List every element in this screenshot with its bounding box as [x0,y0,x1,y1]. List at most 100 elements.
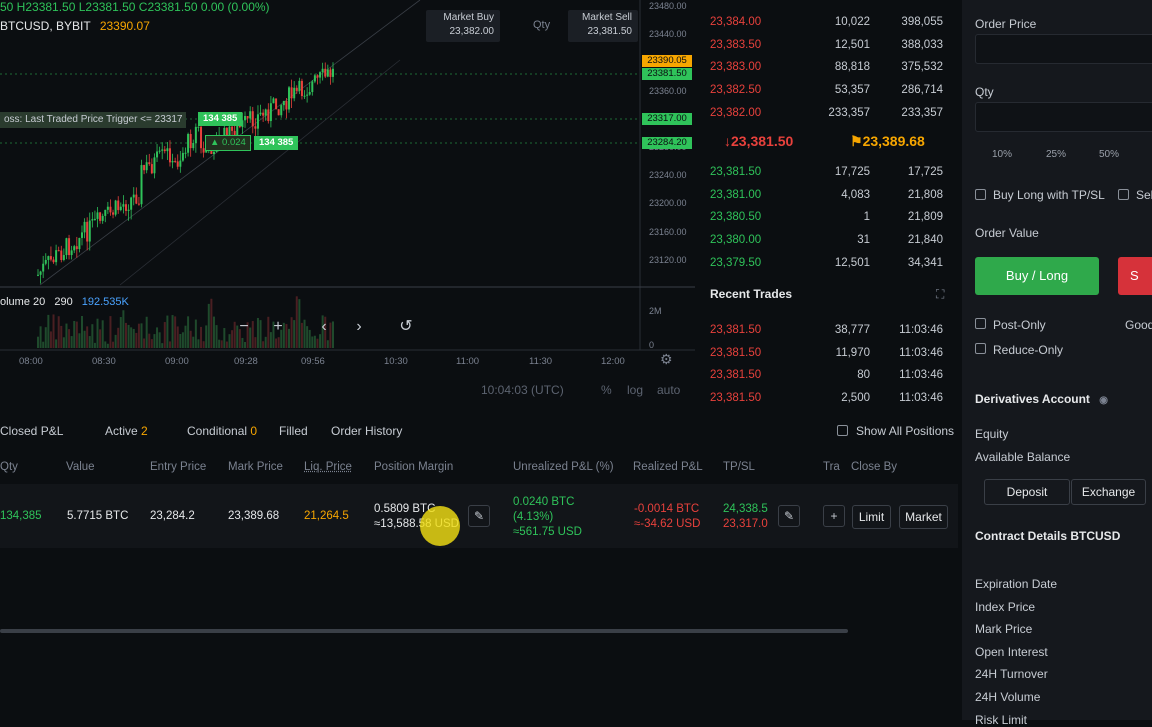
contract-item: Open Interest [975,644,1048,659]
buy-tpsl-checkbox[interactable] [975,189,986,200]
tab-filled[interactable]: Filled [279,424,308,438]
qty-input[interactable] [975,102,1152,132]
deposit-button[interactable]: Deposit [984,479,1070,505]
candle-body [326,69,329,77]
bid-row[interactable]: 23,380.00 31 21,840 [710,234,950,252]
contract-item: Index Price [975,599,1036,614]
trade-time: 11:03:46 [899,392,943,405]
scroll-left-icon[interactable]: ‹ [313,316,335,338]
ask-row[interactable]: 23,382.00 233,357 233,357 [710,107,950,125]
expand-icon[interactable]: ⛶ [936,287,944,302]
zoom-in-icon[interactable]: + [267,316,289,338]
scroll-right-icon[interactable]: › [348,316,370,338]
sell-tpsl-checkbox[interactable] [1118,189,1129,200]
volume-bar [194,319,197,348]
trade-row[interactable]: 23,381.50 11,970 11:03:46 [710,347,950,365]
tab-order-history[interactable]: Order History [331,424,402,438]
volume-bar [124,322,127,348]
position-delta-badge[interactable]: ▲ 0.024 [205,135,251,151]
candle-body [119,206,122,211]
trade-row[interactable]: 23,381.50 2,500 11:03:46 [710,392,950,410]
trade-row[interactable]: 23,381.50 38,777 11:03:46 [710,324,950,342]
zoom-out-icon[interactable]: − [233,316,255,338]
tab-conditional[interactable]: Conditional 0 [187,424,257,438]
volume-bar [78,333,81,348]
horizontal-scrollbar[interactable] [0,629,848,633]
ask-row[interactable]: 23,383.00 88,818 375,532 [710,61,950,79]
volume-bar [122,310,125,348]
volume-bar [156,327,159,348]
stop-loss-qty-badge[interactable]: 134 385 [198,112,243,126]
ask-row[interactable]: 23,382.50 53,357 286,714 [710,84,950,102]
edit-tpsl-icon[interactable]: ✎ [778,505,800,527]
candlestick-canvas[interactable] [0,0,695,405]
eye-icon[interactable]: ◉ [1099,395,1108,406]
pct-10[interactable]: 10% [992,149,1012,160]
volume-bar [295,296,298,348]
reset-chart-icon[interactable]: ↺ [395,316,417,338]
bid-price: 23,380.00 [710,234,762,247]
candle-body [101,215,104,221]
auto-scale-toggle[interactable]: auto [657,383,680,397]
chart-settings-icon[interactable]: ⚙ [660,351,673,368]
time-in-force-select[interactable]: Good [1125,318,1152,332]
price-axis-label: 23360.00 [649,85,687,96]
reduce-only-checkbox[interactable] [975,343,986,354]
tab-active[interactable]: Active 2 [105,424,148,438]
stop-loss-line-label[interactable]: oss: Last Traded Price Trigger <= 23317 [0,112,187,128]
bid-row[interactable]: 23,381.50 17,725 17,725 [710,166,950,184]
bid-row[interactable]: 23,379.50 12,501 34,341 [710,257,950,275]
close-market-button[interactable]: Market [899,505,948,529]
add-trailing-stop-icon[interactable]: + [823,505,845,527]
qty-label: Qty [533,19,551,31]
pct-25[interactable]: 25% [1046,149,1066,160]
market-sell-box[interactable]: Market Sell 23,381.50 [568,10,638,42]
pos-realized-usd: ≈-34.62 USD [634,518,701,530]
volume-bar [212,316,215,348]
price-tag: 23381.50 [642,68,692,80]
bid-row[interactable]: 23,380.50 1 21,809 [710,211,950,229]
candle-body [176,161,179,167]
close-limit-button[interactable]: Limit [852,505,891,529]
volume-bar [244,341,247,348]
position-qty-badge[interactable]: 134 385 [254,136,299,150]
exchange-button[interactable]: Exchange [1071,479,1146,505]
ask-row[interactable]: 23,383.50 12,501 388,033 [710,39,950,57]
volume-bar [42,341,45,348]
market-buy-price: 23,382.00 [449,26,495,37]
log-scale-toggle[interactable]: log [627,383,643,397]
volume-bar [39,326,42,348]
tab-closed-pnl[interactable]: Closed P&L [0,424,63,438]
volume-bar [205,325,208,348]
ohlc-readout: 50 H23381.50 L23381.50 C23381.50 0.00 (0… [0,0,270,14]
sell-short-button[interactable]: S [1118,257,1152,295]
trade-row[interactable]: 23,381.50 80 11:03:46 [710,369,950,387]
market-buy-box[interactable]: Market Buy 23,382.00 [426,10,500,42]
order-entry-panel: Order Price Qty 10% 25% 50% Buy Long wit… [962,0,1152,727]
pct-50[interactable]: 50% [1099,149,1119,160]
volume-bar [254,337,257,348]
post-only-checkbox[interactable] [975,318,986,329]
edit-margin-icon[interactable]: ✎ [468,505,490,527]
market-sell-price: 23,381.50 [587,26,633,37]
price-tag: 23284.20 [642,137,692,149]
volume-bar [153,334,156,348]
price-chart[interactable]: 50 H23381.50 L23381.50 C23381.50 0.00 (0… [0,0,695,405]
volume-bar [106,343,109,348]
buy-long-button[interactable]: Buy / Long [975,257,1099,295]
candle-body [212,151,215,155]
bid-row[interactable]: 23,381.00 4,083 21,808 [710,189,950,207]
volume-bar [241,337,244,348]
order-price-input[interactable] [975,34,1152,64]
volume-bar [91,324,94,348]
show-all-positions-label: Show All Positions [856,424,955,438]
percent-scale-toggle[interactable]: % [601,383,612,397]
ask-row[interactable]: 23,384.00 10,022 398,055 [710,16,950,34]
candle-body [127,209,130,211]
show-all-positions-checkbox[interactable] [837,425,848,436]
candle-body [244,116,247,121]
candle-body [200,126,203,149]
time-axis-label: 09:00 [165,356,189,367]
time-axis-label: 09:56 [301,356,325,367]
candle-body [308,92,311,95]
